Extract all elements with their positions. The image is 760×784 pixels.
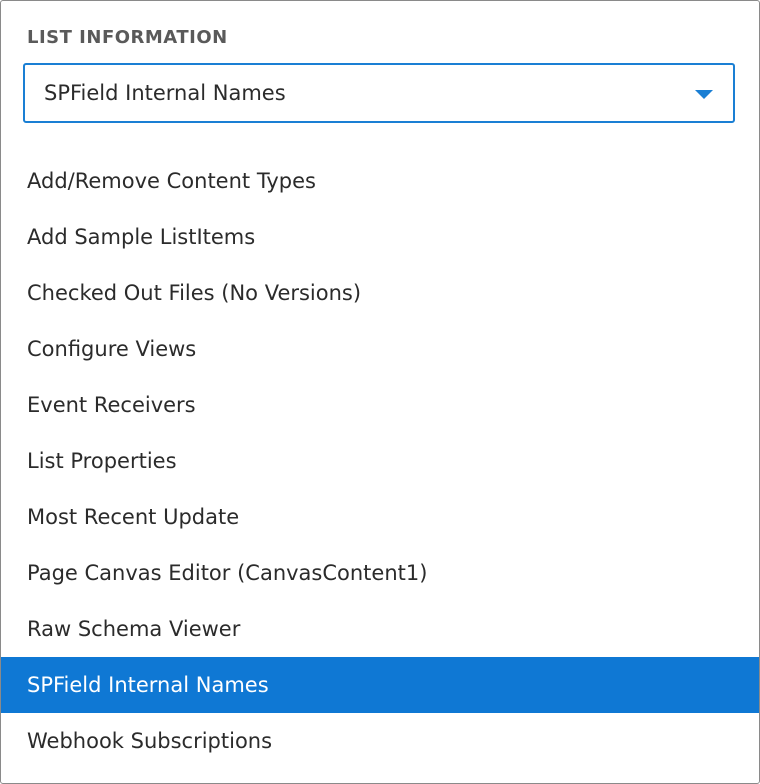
option-spfield-internal-names[interactable]: SPField Internal Names [1, 657, 759, 713]
list-tool-dropdown[interactable]: SPField Internal Names [23, 63, 735, 123]
section-title: LIST INFORMATION [27, 27, 228, 48]
option-configure-views[interactable]: Configure Views [1, 321, 759, 377]
option-most-recent-update[interactable]: Most Recent Update [1, 489, 759, 545]
dropdown-selected-value: SPField Internal Names [44, 81, 286, 105]
option-page-canvas-editor[interactable]: Page Canvas Editor (CanvasContent1) [1, 545, 759, 601]
list-information-panel: LIST INFORMATION SPField Internal Names … [0, 0, 760, 784]
option-add-sample-listitems[interactable]: Add Sample ListItems [1, 209, 759, 265]
option-raw-schema-viewer[interactable]: Raw Schema Viewer [1, 601, 759, 657]
caret-down-icon[interactable] [695, 90, 713, 99]
option-add-remove-content-types[interactable]: Add/Remove Content Types [1, 153, 759, 209]
option-event-receivers[interactable]: Event Receivers [1, 377, 759, 433]
option-checked-out-files[interactable]: Checked Out Files (No Versions) [1, 265, 759, 321]
option-list-properties[interactable]: List Properties [1, 433, 759, 489]
option-webhook-subscriptions[interactable]: Webhook Subscriptions [1, 713, 759, 769]
dropdown-options-list: Add/Remove Content Types Add Sample List… [1, 153, 759, 769]
